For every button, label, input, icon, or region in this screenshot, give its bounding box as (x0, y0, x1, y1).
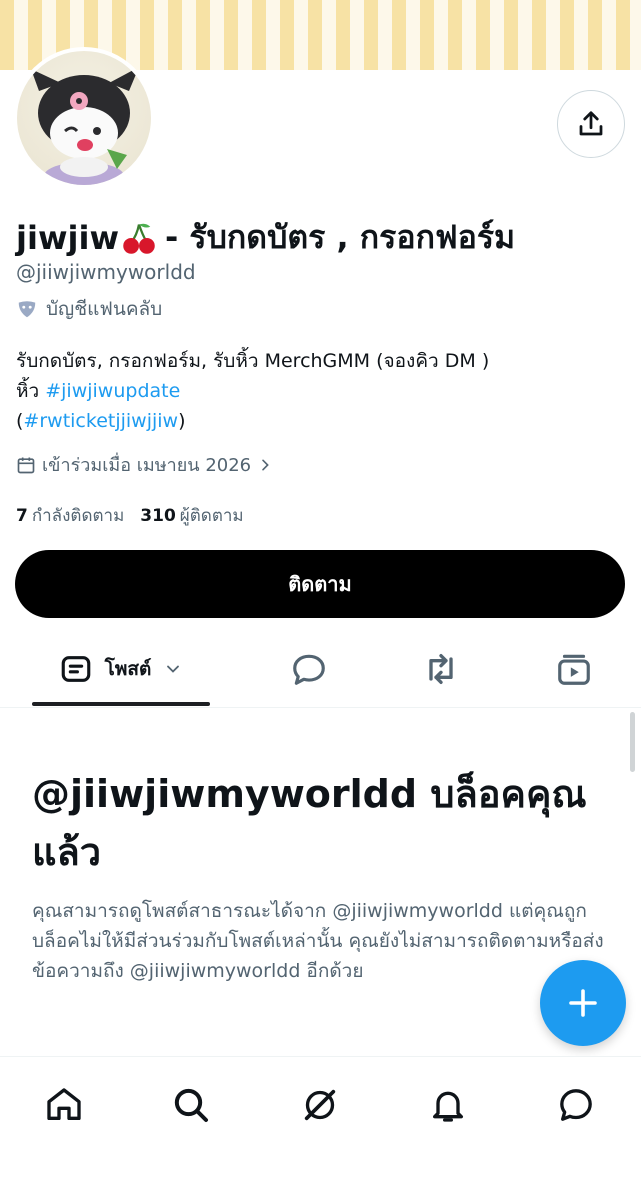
following-link[interactable]: 7 กำลังติดตาม (16, 502, 124, 529)
compose-button[interactable] (540, 960, 626, 1046)
joined-date[interactable]: เข้าร่วมเมื่อ เมษายน 2026 (16, 450, 273, 479)
replies-icon (293, 654, 325, 685)
media-icon (558, 654, 590, 685)
nav-home[interactable] (36, 1077, 92, 1133)
nav-messages[interactable] (548, 1077, 604, 1133)
plus-icon (569, 989, 597, 1017)
followers-link[interactable]: 310 ผู้ติดตาม (140, 502, 243, 529)
home-icon (47, 1088, 81, 1120)
bio-line-3: (#rwticketjjiwjjiw) (16, 410, 186, 432)
repost-icon (429, 654, 453, 684)
share-icon (579, 111, 603, 136)
bell-icon (433, 1091, 463, 1122)
tab-posts[interactable]: โพสต์ (32, 630, 210, 708)
profile-tabs: โพสต์ (0, 630, 641, 708)
mask-icon (18, 301, 36, 318)
affiliation-text: บัญชีแฟนคลับ (46, 298, 163, 320)
bio-line-2: หิ้ว #jiwjiwupdate (16, 380, 181, 402)
posts-icon (61, 656, 90, 682)
follow-button[interactable]: ติดตาม (15, 550, 625, 618)
cherries-icon (123, 223, 155, 254)
chevron-down-icon (167, 665, 180, 673)
hashtag-link[interactable]: #rwticketjjiwjjiw (23, 410, 178, 432)
scrollbar[interactable] (630, 712, 635, 772)
chevron-right-icon (262, 459, 269, 470)
nav-notifications[interactable] (420, 1077, 476, 1133)
display-name-suffix: - รับกดบัตร , กรอกฟอร์ม (165, 218, 516, 256)
tab-posts-label: โพสต์ (104, 658, 152, 680)
tab-media[interactable] (535, 630, 613, 708)
profile-bio: รับกดบัตร, กรอกฟอร์ม, รับหิ้ว MerchGMM (… (16, 346, 626, 436)
bio-line-1: รับกดบัตร, กรอกฟอร์ม, รับหิ้ว MerchGMM (… (16, 350, 490, 372)
active-tab-indicator (32, 702, 210, 706)
follow-stats: 7 กำลังติดตาม 310 ผู้ติดตาม (16, 502, 244, 529)
profile-avatar[interactable] (13, 47, 155, 189)
grok-icon (304, 1089, 336, 1121)
display-name-text: jiwjiw (16, 218, 119, 257)
display-name: jiwjiw - รับกดบัตร , กรอกฟอร์ม (16, 212, 515, 263)
calendar-icon (17, 457, 35, 473)
blocked-message: คุณสามารถดูโพสต์สาธารณะได้จาก @jiiwjiwmy… (32, 900, 604, 982)
blocked-title: @jiiwjiwmyworldd บล็อคคุณแล้ว (32, 772, 587, 874)
profile-handle: @jiiwjiwmyworldd (16, 260, 196, 284)
nav-search[interactable] (163, 1077, 219, 1133)
bottom-navigation (0, 1056, 641, 1200)
kuromi-avatar-image (31, 67, 139, 185)
tab-reposts[interactable] (402, 630, 480, 708)
hashtag-link[interactable]: #jiwjiwupdate (45, 380, 180, 402)
messages-icon (560, 1089, 592, 1121)
share-button[interactable] (557, 90, 625, 158)
affiliation-label[interactable]: บัญชีแฟนคลับ (16, 294, 162, 324)
search-icon (174, 1088, 208, 1122)
nav-grok[interactable] (292, 1077, 348, 1133)
tab-replies[interactable] (270, 630, 348, 708)
joined-text: เข้าร่วมเมื่อ เมษายน 2026 (42, 455, 252, 476)
